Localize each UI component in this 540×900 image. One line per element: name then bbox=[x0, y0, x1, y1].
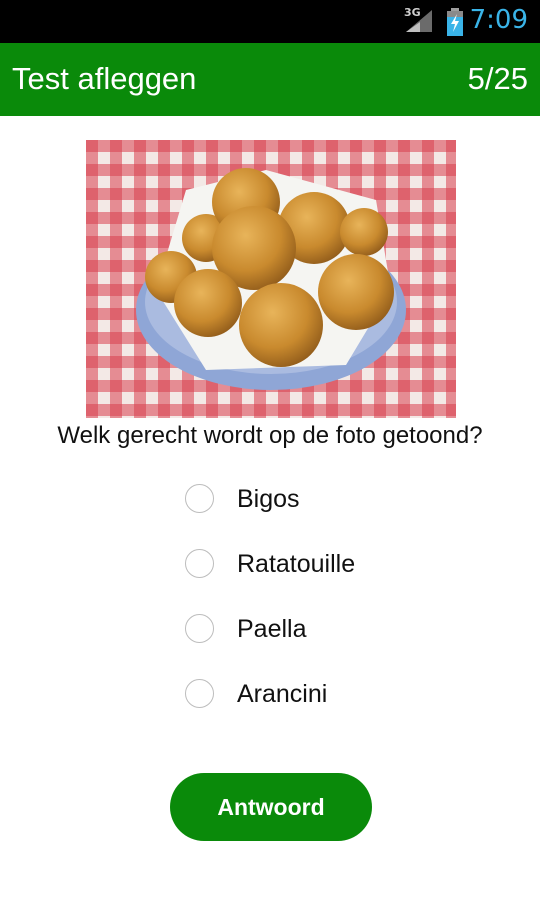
option-label: Bigos bbox=[237, 485, 300, 513]
signal-icon bbox=[406, 10, 432, 32]
radio-button[interactable] bbox=[185, 549, 214, 578]
radio-button[interactable] bbox=[185, 614, 214, 643]
app-header: Test afleggen 5/25 bbox=[0, 43, 540, 116]
option-arancini[interactable]: Arancini bbox=[184, 673, 444, 717]
option-label: Paella bbox=[237, 615, 307, 643]
option-label: Ratatouille bbox=[237, 550, 356, 578]
status-bar: 3G 7:09 bbox=[0, 0, 540, 43]
radio-button[interactable] bbox=[185, 679, 214, 708]
option-ratatouille[interactable]: Ratatouille bbox=[184, 543, 444, 587]
option-bigos[interactable]: Bigos bbox=[184, 478, 444, 522]
battery-charging-icon bbox=[447, 8, 463, 36]
option-label: Arancini bbox=[237, 680, 328, 708]
question-text: Welk gerecht wordt op de foto getoond? bbox=[57, 422, 483, 449]
option-paella[interactable]: Paella bbox=[184, 608, 444, 652]
status-clock: 7:09 bbox=[469, 5, 528, 35]
question-progress: 5/25 bbox=[467, 61, 528, 96]
page-title: Test afleggen bbox=[12, 61, 197, 96]
food-photo-illustration bbox=[86, 140, 456, 418]
radio-button[interactable] bbox=[185, 484, 214, 513]
food-photo bbox=[86, 140, 456, 418]
answer-button[interactable]: Antwoord bbox=[170, 773, 372, 841]
